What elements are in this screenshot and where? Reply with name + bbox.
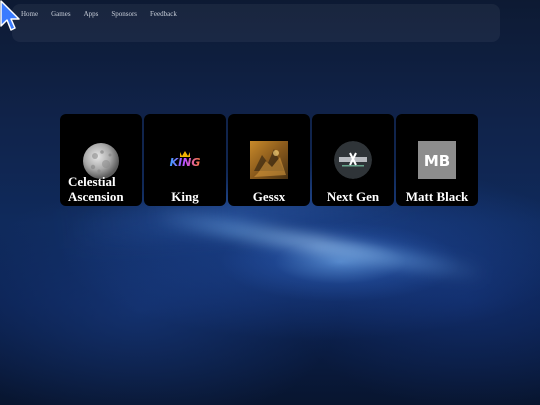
card-celestial-ascension[interactable]: Celestial Ascension <box>60 114 142 206</box>
card-label: Gessx <box>252 189 286 204</box>
svg-text:MB: MB <box>424 152 450 170</box>
svg-text:KING: KING <box>170 156 201 169</box>
card-gessx[interactable]: Gessx <box>228 114 310 206</box>
card-label: Celestial Ascension <box>68 174 124 204</box>
background-streak <box>151 206 489 284</box>
mb-logo-icon: MB <box>418 141 456 179</box>
top-navbar: Home Games Apps Sponsors Feedback <box>12 4 500 42</box>
card-king[interactable]: KING King <box>144 114 226 206</box>
nav-feedback-link[interactable]: Feedback <box>150 10 177 18</box>
card-label: King <box>171 189 199 204</box>
nav-home-link[interactable]: Home <box>21 10 38 18</box>
nav-links: Home Games Apps Sponsors Feedback <box>21 10 177 18</box>
card-label: Next Gen <box>326 189 380 204</box>
app-cards-row: Celestial Ascension KING King Gessx Next… <box>60 114 478 206</box>
mouse-cursor-icon <box>0 0 20 31</box>
card-next-gen[interactable]: Next Gen <box>312 114 394 206</box>
next-gen-logo-icon <box>334 141 372 179</box>
nav-apps-link[interactable]: Apps <box>84 10 99 18</box>
nav-sponsors-link[interactable]: Sponsors <box>111 10 137 18</box>
card-label: Matt Black <box>405 189 469 204</box>
card-matt-black[interactable]: MB Matt Black <box>396 114 478 206</box>
king-logo-icon: KING <box>170 151 201 169</box>
nav-games-link[interactable]: Games <box>51 10 70 18</box>
gessx-art-icon <box>250 141 288 179</box>
